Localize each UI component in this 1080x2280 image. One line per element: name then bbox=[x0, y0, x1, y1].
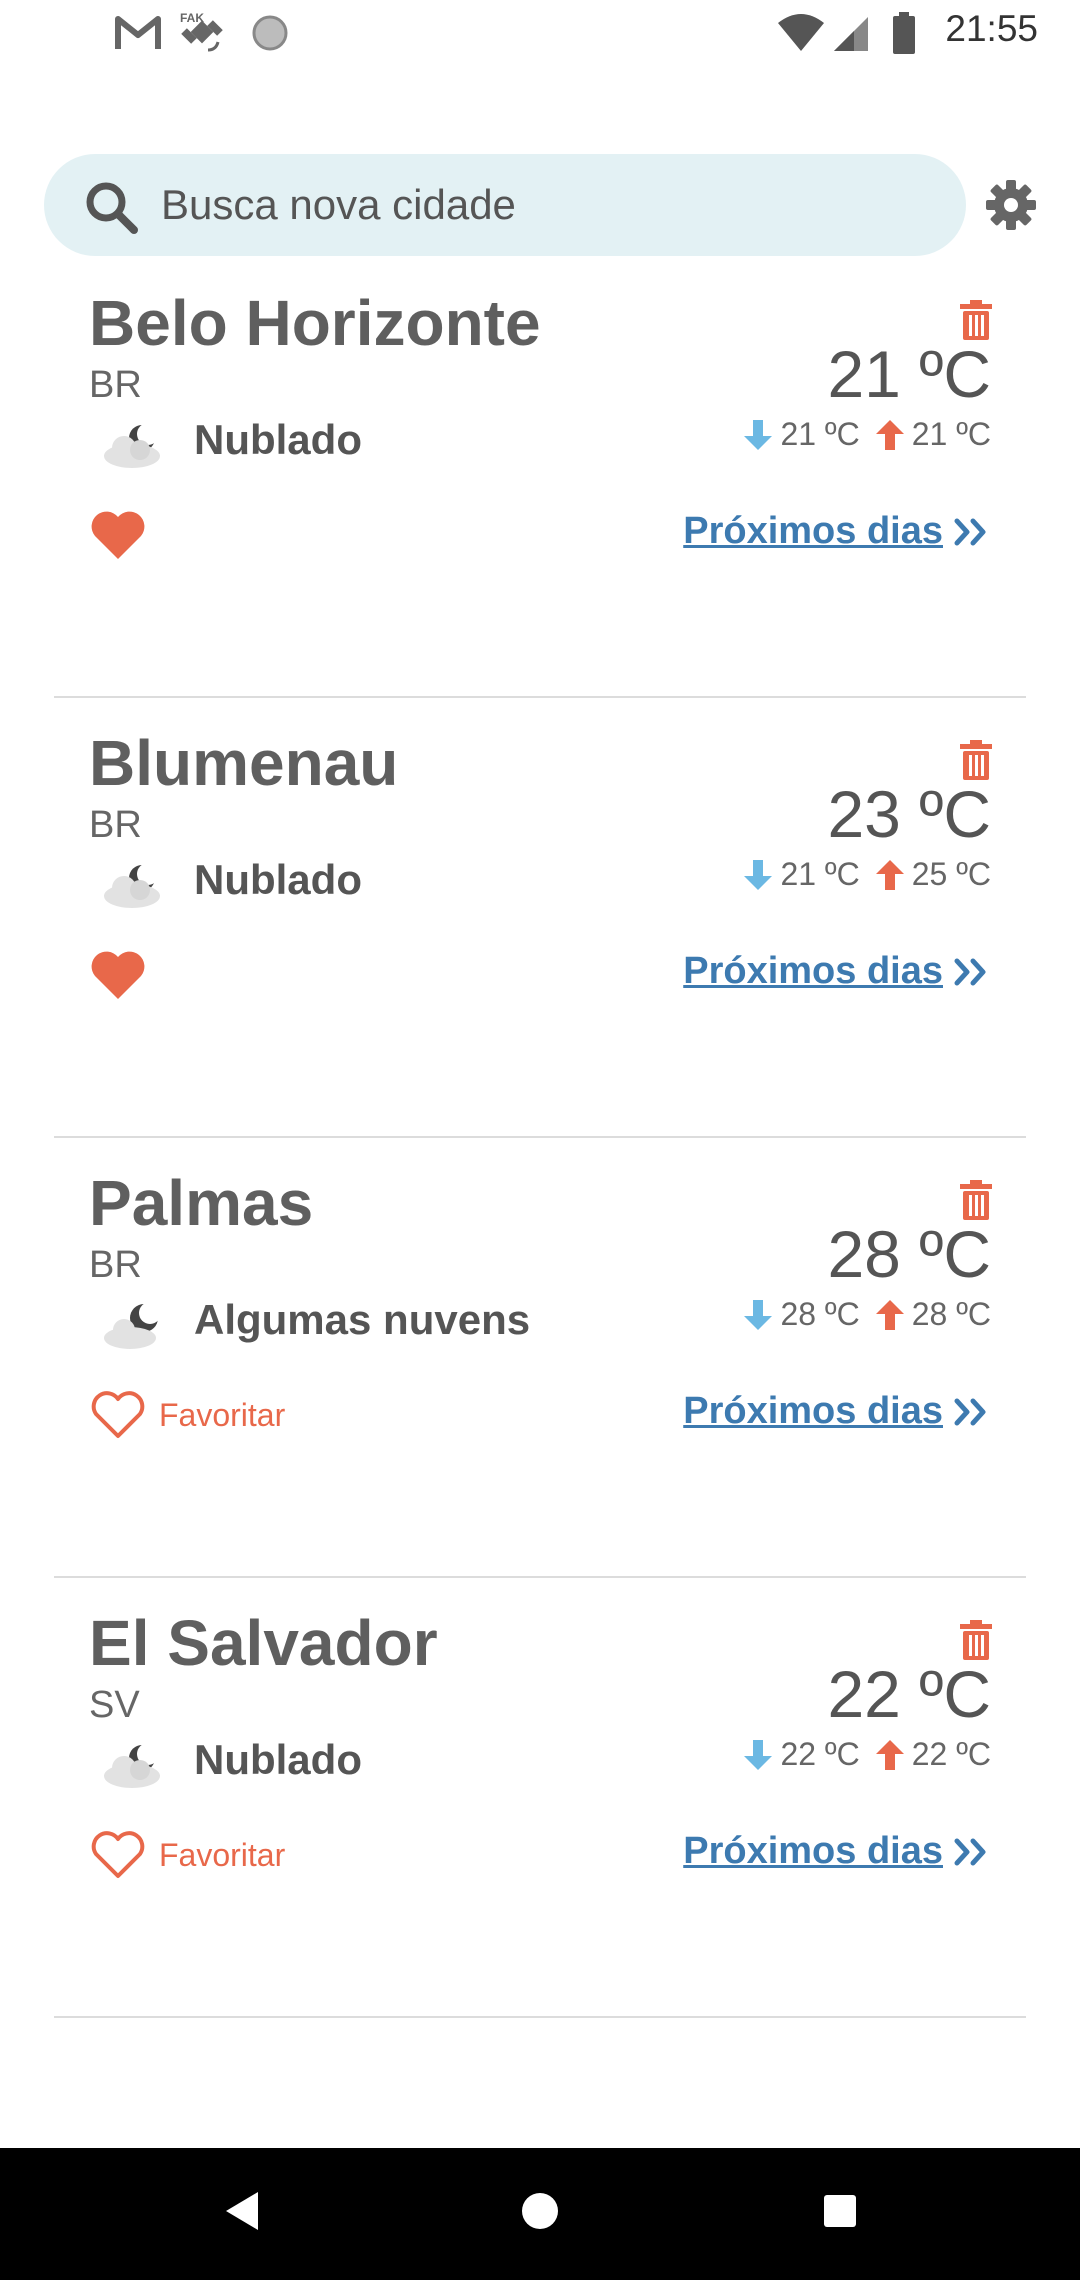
search-icon bbox=[84, 180, 138, 239]
favorite-label: Favoritar bbox=[159, 1836, 286, 1873]
max-temperature: 25 ºC bbox=[911, 856, 991, 892]
arrow-down-icon bbox=[744, 1739, 773, 1770]
favorite-toggle[interactable] bbox=[89, 949, 159, 1001]
city-search-bar[interactable]: Busca nova cidade bbox=[44, 154, 966, 256]
country-code: SV bbox=[89, 1684, 140, 1726]
arrow-up-icon bbox=[875, 1739, 904, 1770]
double-chevron-right-icon bbox=[954, 958, 986, 985]
next-days-label: Próximos dias bbox=[683, 950, 943, 992]
arrow-down-icon bbox=[744, 419, 773, 450]
cloudy-night-icon bbox=[100, 856, 170, 921]
gmail-icon bbox=[114, 10, 162, 56]
cell-signal-icon bbox=[832, 10, 870, 56]
city-name: Blumenau bbox=[89, 727, 399, 799]
weather-condition: Nublado bbox=[194, 416, 362, 463]
city-name: Palmas bbox=[89, 1167, 314, 1239]
wifi-icon bbox=[776, 10, 826, 56]
max-temperature: 21 ºC bbox=[911, 416, 991, 452]
min-temperature: 21 ºC bbox=[780, 416, 860, 452]
heart-outline-icon bbox=[91, 1391, 145, 1438]
city-card[interactable]: Blumenau BR Nublado 23 ºC 21 ºC 25 ºC Pr… bbox=[54, 696, 1026, 1138]
favorite-toggle[interactable]: Favoritar bbox=[89, 1389, 285, 1441]
favorite-label: Favoritar bbox=[159, 1396, 286, 1433]
next-days-label: Próximos dias bbox=[683, 1390, 943, 1432]
circle-app-icon bbox=[250, 10, 290, 56]
min-max-temperature: 28 ºC 28 ºC bbox=[744, 1296, 991, 1333]
cloudy-night-icon bbox=[100, 416, 170, 481]
min-temperature: 21 ºC bbox=[780, 856, 860, 892]
next-days-label: Próximos dias bbox=[683, 510, 943, 552]
city-name: Belo Horizonte bbox=[89, 287, 541, 359]
city-name: El Salvador bbox=[89, 1607, 438, 1679]
arrow-down-icon bbox=[744, 859, 773, 890]
battery-icon bbox=[892, 10, 916, 56]
min-temperature: 28 ºC bbox=[780, 1296, 860, 1332]
weather-condition: Algumas nuvens bbox=[194, 1296, 531, 1343]
double-chevron-right-icon bbox=[954, 1398, 986, 1425]
heart-outline-icon bbox=[91, 1831, 145, 1878]
favorite-toggle[interactable] bbox=[89, 509, 159, 561]
partly-cloudy-night-icon bbox=[100, 1296, 170, 1361]
weather-condition: Nublado bbox=[194, 856, 362, 903]
min-max-temperature: 21 ºC 25 ºC bbox=[744, 856, 991, 893]
max-temperature: 22 ºC bbox=[911, 1736, 991, 1772]
arrow-up-icon bbox=[875, 859, 904, 890]
min-max-temperature: 22 ºC 22 ºC bbox=[744, 1736, 991, 1773]
current-temperature: 23 ºC bbox=[827, 777, 991, 851]
heart-filled-icon bbox=[91, 511, 145, 559]
recents-icon[interactable] bbox=[820, 2188, 860, 2239]
next-days-link[interactable]: Próximos dias bbox=[683, 950, 991, 993]
favorite-toggle[interactable]: Favoritar bbox=[89, 1829, 285, 1881]
home-icon[interactable] bbox=[520, 2188, 560, 2239]
arrow-up-icon bbox=[875, 419, 904, 450]
city-card[interactable]: Belo Horizonte BR Nublado 21 ºC 21 ºC 21… bbox=[54, 256, 1026, 698]
next-days-link[interactable]: Próximos dias bbox=[683, 510, 991, 553]
next-days-link[interactable]: Próximos dias bbox=[683, 1390, 991, 1433]
country-code: BR bbox=[89, 364, 142, 406]
min-temperature: 22 ºC bbox=[780, 1736, 860, 1772]
double-chevron-right-icon bbox=[954, 518, 986, 545]
weather-condition: Nublado bbox=[194, 1736, 362, 1783]
status-bar: FAK 21:55 bbox=[0, 0, 1080, 66]
search-input[interactable]: Busca nova cidade bbox=[161, 181, 516, 229]
city-card[interactable]: Palmas BR Algumas nuvens 28 ºC 28 ºC 28 … bbox=[54, 1136, 1026, 1578]
next-days-label: Próximos dias bbox=[683, 1830, 943, 1872]
current-temperature: 28 ºC bbox=[827, 1217, 991, 1291]
max-temperature: 28 ºC bbox=[911, 1296, 991, 1332]
next-days-link[interactable]: Próximos dias bbox=[683, 1830, 991, 1873]
settings-gear-icon[interactable] bbox=[985, 179, 1037, 236]
double-chevron-right-icon bbox=[954, 1838, 986, 1865]
heart-filled-icon bbox=[91, 951, 145, 999]
current-temperature: 22 ºC bbox=[827, 1657, 991, 1731]
arrow-up-icon bbox=[875, 1299, 904, 1330]
back-icon[interactable] bbox=[222, 2188, 262, 2239]
cloudy-night-icon bbox=[100, 1736, 170, 1801]
city-card[interactable]: El Salvador SV Nublado 22 ºC 22 ºC 22 ºC… bbox=[54, 1576, 1026, 2018]
clock: 21:55 bbox=[945, 8, 1038, 49]
fake-gps-icon: FAK bbox=[178, 10, 228, 56]
min-max-temperature: 21 ºC 21 ºC bbox=[744, 416, 991, 453]
system-nav-bar bbox=[0, 2148, 1080, 2280]
arrow-down-icon bbox=[744, 1299, 773, 1330]
country-code: BR bbox=[89, 804, 142, 846]
current-temperature: 21 ºC bbox=[827, 337, 991, 411]
country-code: BR bbox=[89, 1244, 142, 1286]
